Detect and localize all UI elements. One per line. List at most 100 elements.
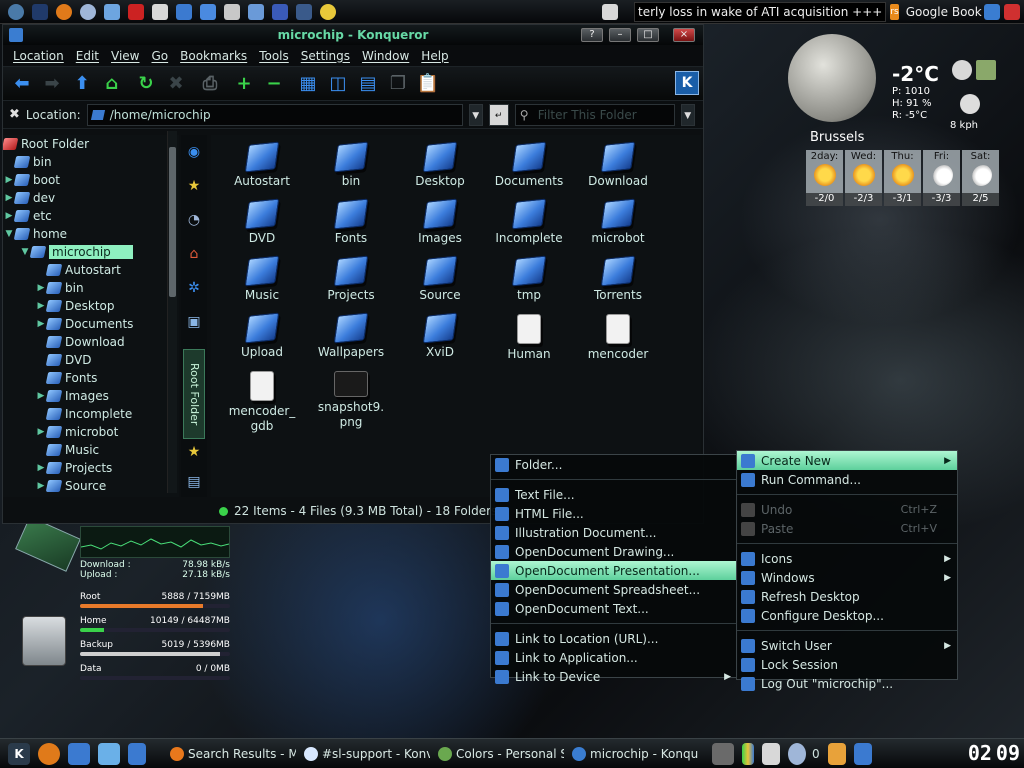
file-item[interactable]: Desktop (397, 141, 483, 189)
firefox-icon[interactable] (56, 3, 72, 20)
tree-item[interactable]: ▶ boot (3, 171, 179, 189)
file-item[interactable]: Wallpapers (308, 312, 394, 360)
chat-icon[interactable] (176, 3, 192, 20)
file-item[interactable]: Autostart (219, 141, 305, 189)
home-icon[interactable]: ⌂ (99, 71, 125, 97)
icon-view-icon[interactable]: ▦ (295, 71, 321, 97)
konqueror-icon[interactable] (9, 28, 23, 42)
map-icon[interactable] (976, 60, 996, 80)
tree-item[interactable]: ▶ Images (3, 387, 179, 405)
tree-item[interactable]: ▶ microbot (3, 423, 179, 441)
menu-item[interactable]: OpenDocument Drawing... (491, 542, 737, 561)
copy-icon[interactable]: ❐ (385, 71, 411, 97)
tab-root-folder[interactable]: Root Folder (183, 349, 205, 439)
print-icon[interactable]: ⎙ (197, 71, 223, 97)
computer-tray-icon[interactable] (712, 742, 734, 765)
tree-item[interactable]: DVD (3, 351, 179, 369)
network-icon[interactable]: ✲ (181, 271, 207, 305)
tree-item[interactable]: ▶ Source (3, 477, 179, 495)
lock-screen-icon[interactable] (984, 4, 1000, 20)
up-icon[interactable]: ⬆ (69, 71, 95, 97)
menu-help[interactable]: Help (415, 49, 454, 63)
tree-root[interactable]: Root Folder (3, 135, 179, 153)
kde-start-icon[interactable]: K (8, 742, 30, 765)
filter-dropdown-icon[interactable]: ▼ (680, 103, 695, 126)
kde-menu-icon[interactable] (8, 3, 24, 20)
location-dropdown-icon[interactable]: ▼ (468, 103, 483, 126)
menu-item[interactable]: Paste Ctrl+V (737, 519, 957, 538)
services-icon[interactable]: ▣ (181, 305, 207, 339)
menu-item[interactable]: HTML File... (491, 504, 737, 523)
network-icon[interactable] (104, 3, 120, 20)
reload-icon[interactable]: ↻ (133, 71, 159, 97)
menu-item[interactable]: Folder... (491, 455, 737, 474)
menu-bookmarks[interactable]: Bookmarks (174, 49, 253, 63)
media-icon[interactable]: ▤ (181, 465, 207, 499)
tree-item[interactable]: ▶ Documents (3, 315, 179, 333)
file-item[interactable]: Download (575, 141, 661, 189)
menu-tools[interactable]: Tools (253, 49, 295, 63)
file-item[interactable]: Music (219, 255, 305, 303)
favorites-star-icon[interactable]: ★ (181, 169, 207, 203)
tree-item[interactable]: ▼ home (3, 225, 179, 243)
filter-input[interactable]: ⚲ Filter This Folder (514, 103, 675, 126)
file-item[interactable]: Fonts (308, 198, 394, 246)
file-item[interactable]: Torrents (575, 255, 661, 303)
file-item[interactable]: snapshot9. png (308, 371, 394, 430)
file-item[interactable]: XviD (397, 312, 483, 360)
klipper-icon[interactable] (853, 742, 872, 765)
tree-item[interactable]: ▶ etc (3, 207, 179, 225)
stop-icon[interactable]: ✖ (163, 71, 189, 97)
zoom-in-icon[interactable]: + (231, 71, 257, 97)
tree-item[interactable]: ▶ Projects (3, 459, 179, 477)
menu-item[interactable]: OpenDocument Text... (491, 599, 737, 618)
news-icon[interactable] (128, 3, 144, 20)
help-button[interactable]: ? (581, 28, 603, 42)
file-item[interactable]: DVD (219, 198, 305, 246)
globe-icon[interactable] (80, 3, 96, 20)
tree-scrollbar-thumb[interactable] (169, 147, 176, 297)
mail-icon[interactable] (152, 3, 168, 20)
menu-edit[interactable]: Edit (70, 49, 105, 63)
bookmark-star-icon[interactable]: ★ (181, 435, 207, 469)
taskbar-task[interactable]: Search Results - Mozil (166, 742, 296, 766)
desktop-pager-icon[interactable] (98, 742, 120, 765)
close-button[interactable]: × (673, 28, 695, 42)
menu-view[interactable]: View (105, 49, 145, 63)
file-item[interactable]: Upload (219, 312, 305, 360)
file-item[interactable]: Projects (308, 255, 394, 303)
go-icon[interactable]: ↵ (488, 103, 509, 126)
tree-item[interactable]: bin (3, 153, 179, 171)
menu-item[interactable]: Run Command... (737, 470, 957, 489)
menu-item[interactable]: Link to Location (URL)... (491, 629, 737, 648)
clock[interactable]: 02 09 (968, 741, 1020, 767)
file-item[interactable]: Incomplete (486, 198, 572, 246)
menu-item[interactable]: Text File... (491, 485, 737, 504)
tree-item[interactable]: ▶ bin (3, 279, 179, 297)
menu-item[interactable]: Link to Device ▶ (491, 667, 737, 686)
news-ticker[interactable]: terly loss in wake of ATI acquisition ++… (634, 1, 982, 23)
taskbar-task[interactable]: Colors - Personal Sett (434, 742, 564, 766)
firefox-launcher-icon[interactable] (38, 742, 60, 765)
film-icon[interactable] (224, 3, 240, 20)
konqueror-launcher-icon[interactable] (68, 742, 90, 765)
split-view-icon[interactable]: ◫ (325, 71, 351, 97)
menu-item[interactable]: Illustration Document... (491, 523, 737, 542)
clipboard-icon[interactable]: 📋 (415, 71, 441, 97)
ticker-book[interactable]: Google Book (903, 3, 985, 21)
menu-item[interactable]: Undo Ctrl+Z (737, 500, 957, 519)
tree-item[interactable]: ▶ Desktop (3, 297, 179, 315)
history-icon[interactable]: ◔ (181, 203, 207, 237)
tree-item[interactable]: Music (3, 441, 179, 459)
forward-icon[interactable]: ➡ (39, 71, 65, 97)
menu-item[interactable]: OpenDocument Presentation... (491, 561, 737, 580)
menu-item[interactable]: Windows ▶ (737, 568, 957, 587)
back-icon[interactable]: ⬅ (9, 71, 35, 97)
location-input[interactable]: /home/microchip (86, 103, 463, 126)
bookmarks-tab-icon[interactable]: ◉ (181, 135, 207, 169)
clear-location-icon[interactable]: ✖ (9, 107, 20, 122)
file-item[interactable]: tmp (486, 255, 572, 303)
menu-item[interactable]: Refresh Desktop (737, 587, 957, 606)
taskbar-task[interactable]: microchip - Konqueror (568, 742, 698, 766)
show-desktop-icon[interactable] (128, 742, 146, 765)
